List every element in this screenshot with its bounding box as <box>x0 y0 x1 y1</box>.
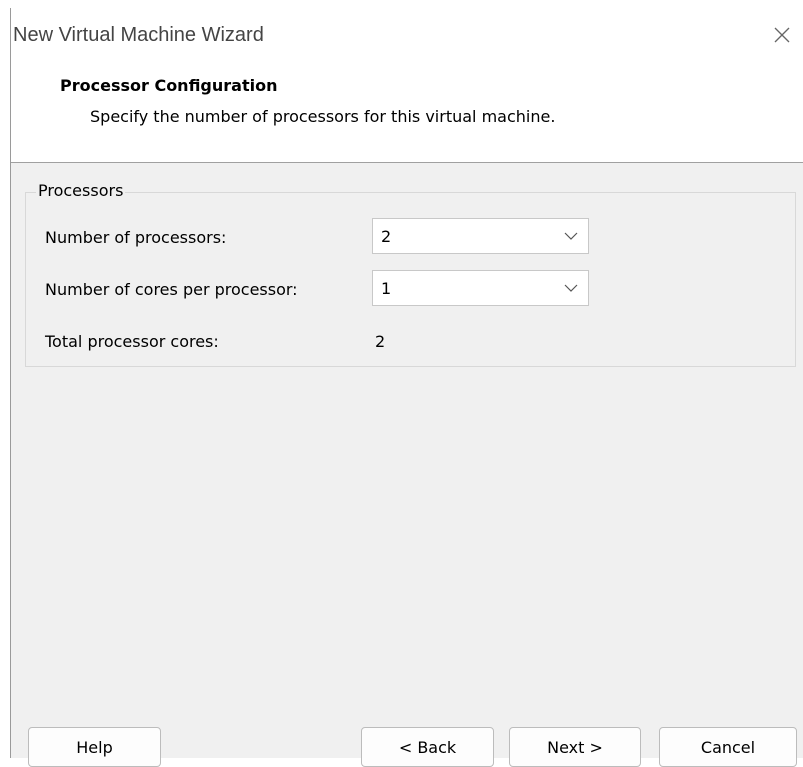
page-subtitle: Specify the number of processors for thi… <box>90 107 556 126</box>
processors-group-label: Processors <box>36 181 126 200</box>
close-button[interactable] <box>765 18 799 52</box>
wizard-window: New Virtual Machine Wizard Processor Con… <box>10 8 803 767</box>
back-button[interactable]: < Back <box>361 727 494 767</box>
cancel-button[interactable]: Cancel <box>659 727 797 767</box>
next-button[interactable]: Next > <box>509 727 641 767</box>
close-icon <box>774 27 790 43</box>
total-cores-value: 2 <box>375 332 386 351</box>
page-title: Processor Configuration <box>60 76 278 95</box>
cores-per-processor-select[interactable]: 1 <box>372 270 589 306</box>
total-cores-label: Total processor cores: <box>45 332 219 351</box>
processors-group: Processors Number of processors: 2 Numbe… <box>25 181 796 367</box>
title-bar: New Virtual Machine Wizard <box>11 8 803 60</box>
cores-per-processor-label: Number of cores per processor: <box>45 280 298 299</box>
chevron-down-icon <box>564 232 578 240</box>
help-button[interactable]: Help <box>28 727 161 767</box>
wizard-header: Processor Configuration Specify the numb… <box>11 60 803 163</box>
chevron-down-icon <box>564 284 578 292</box>
cores-per-processor-value: 1 <box>381 279 392 298</box>
num-processors-select[interactable]: 2 <box>372 218 589 254</box>
num-processors-value: 2 <box>381 227 392 246</box>
num-processors-label: Number of processors: <box>45 228 227 247</box>
window-title: New Virtual Machine Wizard <box>13 24 264 46</box>
